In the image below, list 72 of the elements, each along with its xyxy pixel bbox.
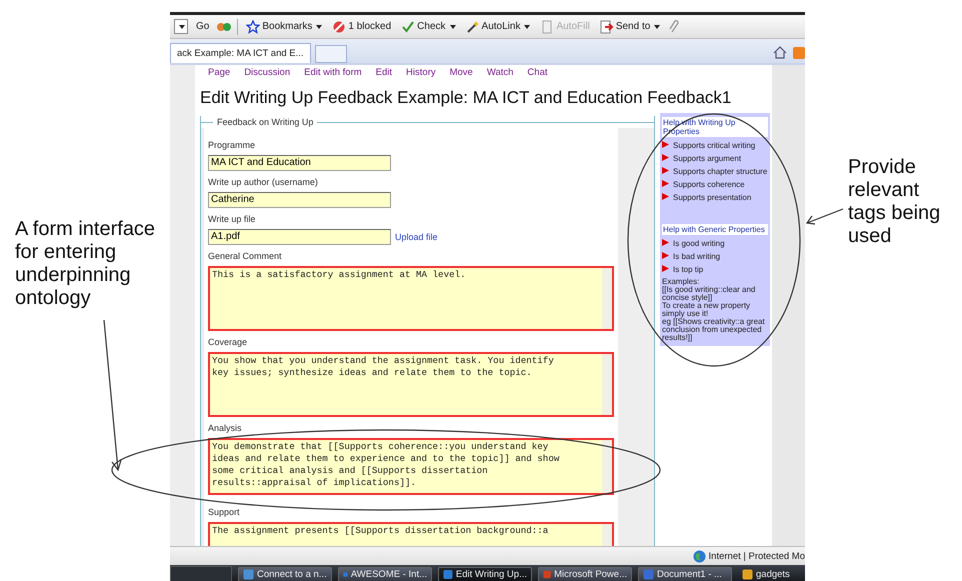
help-item[interactable]: Supports presentation (673, 193, 752, 202)
help-item[interactable]: Is top tip (673, 265, 704, 274)
help-note: Examples: (662, 278, 700, 286)
help-item[interactable]: Supports argument (673, 154, 742, 163)
help-note: eg [[Shows creativity::a great conclusion from unexpected results!]] (662, 318, 766, 342)
window-icon (742, 568, 753, 580)
toolbar-icon (466, 20, 480, 34)
browser-tab[interactable]: ack Example: MA ICT and E... (170, 43, 311, 63)
field-label: Analysis (208, 423, 243, 434)
window-icon (643, 568, 654, 580)
nav-link[interactable]: Edit with form (304, 67, 362, 78)
toolbar-button[interactable]: Bookmarks (244, 20, 324, 34)
nav-link[interactable]: Edit (376, 67, 392, 78)
toolbar-icon (332, 20, 346, 34)
taskbar-button[interactable]: Microsoft Powe... (538, 566, 632, 581)
annotation-text: A form interface for entering underpinning ontology (15, 218, 156, 310)
nav-link[interactable]: Move (450, 67, 473, 78)
field-label: General Comment (208, 251, 283, 262)
text-field[interactable]: MA ICT and Education (208, 155, 391, 171)
taskbar-button[interactable]: gadgets (738, 566, 794, 581)
field-label: Support (208, 507, 241, 518)
field-label: Write up file (208, 214, 256, 225)
nav-link[interactable]: Discussion (244, 67, 290, 78)
textarea-field[interactable]: The assignment presents [[Supports dissertation background::a (208, 522, 614, 546)
dropdown-button[interactable] (174, 19, 188, 34)
toolbar-icon (401, 20, 416, 34)
globe-icon (692, 550, 706, 562)
annotation-text: Provide relevant tags being used (848, 156, 942, 248)
nav-link[interactable]: History (406, 67, 436, 78)
toolbar-button[interactable]: Check (399, 20, 458, 34)
field-label: Write up author (username) (208, 177, 319, 188)
feed-icon[interactable] (793, 46, 805, 58)
new-tab-button[interactable] (314, 45, 347, 63)
nav-link[interactable]: Watch (486, 67, 514, 78)
fieldset-legend: Feedback on Writing Up (217, 117, 314, 127)
field-label: Programme (208, 140, 256, 151)
taskbar-button[interactable]: Edit Writing Up... (438, 566, 532, 581)
toolbar-button[interactable]: Send to (598, 20, 662, 34)
textarea-field[interactable]: This is a satisfactory assignment at MA level. (208, 266, 614, 331)
annotation-arrow (806, 208, 844, 225)
help-note: To create a new property simply use it! (662, 302, 752, 318)
toolbar-button[interactable]: 1 blocked (330, 20, 394, 34)
taskbar-button[interactable] (170, 566, 232, 581)
toolbar-button[interactable]: Go (194, 21, 212, 32)
help-heading: Help with Generic Properties (662, 224, 768, 235)
window-icon (543, 568, 552, 580)
help-item[interactable]: Supports critical writing (673, 141, 756, 150)
upload-link[interactable]: Upload file (395, 232, 438, 242)
taskbar-button[interactable]: AWESOME - Int... (338, 566, 432, 581)
nav-link[interactable]: Chat (527, 67, 548, 78)
window-icon (443, 568, 453, 580)
text-field[interactable]: Catherine (208, 192, 391, 208)
textarea-field[interactable]: You demonstrate that [[Supports coherence::you understand key ideas and relate them to experience and to the topic]] and show some critical analysis and [[Supports dissertation results::appraisal of implications]]. (208, 438, 614, 495)
page-title: Edit Writing Up Feedback Example: MA ICT and Education Feedback1 (200, 88, 732, 108)
help-item[interactable]: Supports coherence (673, 180, 745, 189)
home-icon[interactable] (773, 46, 787, 59)
nav-link[interactable]: Page (208, 67, 230, 78)
toolbar-button[interactable]: AutoLink (464, 20, 532, 34)
help-note: [[Is good writing::clear and concise style]] (662, 286, 756, 302)
help-item[interactable]: Supports chapter structure (673, 167, 768, 176)
taskbar-button[interactable]: Connect to a n... (238, 566, 332, 581)
help-item[interactable]: Is bad writing (673, 252, 720, 261)
toolbar-icon (246, 20, 260, 34)
toolbar-icon (540, 20, 554, 34)
toolbar-icon (600, 20, 614, 34)
window-icon (243, 568, 254, 580)
textarea-field[interactable]: You show that you understand the assignment task. You identify key issues; synthesize ideas and relate them to the topic. (208, 352, 614, 417)
taskbar-button[interactable]: Document1 - ... (638, 566, 732, 581)
security-zone: Internet | Protected Mo (708, 550, 805, 562)
help-item[interactable]: Is good writing (673, 239, 725, 248)
field-label: Coverage (208, 337, 248, 348)
file-field[interactable]: A1.pdf (208, 229, 391, 245)
